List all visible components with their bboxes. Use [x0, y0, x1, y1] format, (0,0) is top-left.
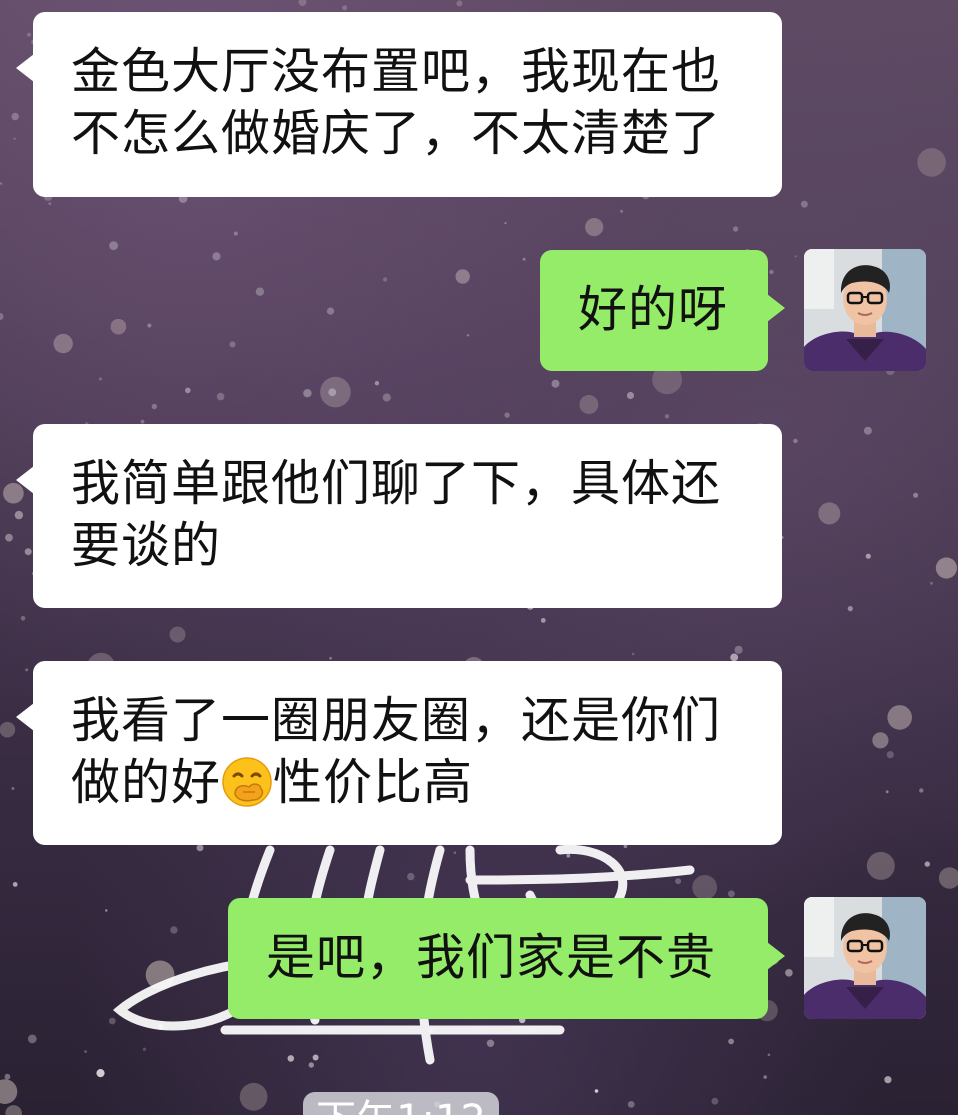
outgoing-message-bubble[interactable]: 好的呀 [540, 250, 785, 371]
chat-screen: 金色大厅没布置吧，我现在也不怎么做婚庆了，不太清楚了 好的呀 我简单跟他们聊了下… [0, 0, 958, 1115]
self-avatar[interactable] [804, 249, 926, 371]
message-text: 我简单跟他们聊了下，具体还要谈的 [71, 455, 722, 574]
message-text-after: 性价比高 [273, 754, 474, 811]
message-text: 是吧，我们家是不贵 [266, 929, 717, 986]
message-text: 好的呀 [578, 281, 729, 338]
message-text: 金色大厅没布置吧，我现在也不怎么做婚庆了，不太清楚了 [71, 43, 722, 162]
incoming-message-bubble[interactable]: 我看了一圈朋友圈，还是你们做的好 性价比高 [16, 661, 782, 845]
self-avatar[interactable] [804, 897, 926, 1019]
outgoing-message-bubble[interactable]: 是吧，我们家是不贵 [228, 898, 785, 1019]
incoming-message-bubble[interactable]: 金色大厅没布置吧，我现在也不怎么做婚庆了，不太清楚了 [16, 12, 782, 197]
timestamp-label: 下午1:12 [303, 1092, 499, 1115]
incoming-message-bubble[interactable]: 我简单跟他们聊了下，具体还要谈的 [16, 424, 782, 608]
face-with-hand-over-mouth-icon [221, 756, 273, 808]
